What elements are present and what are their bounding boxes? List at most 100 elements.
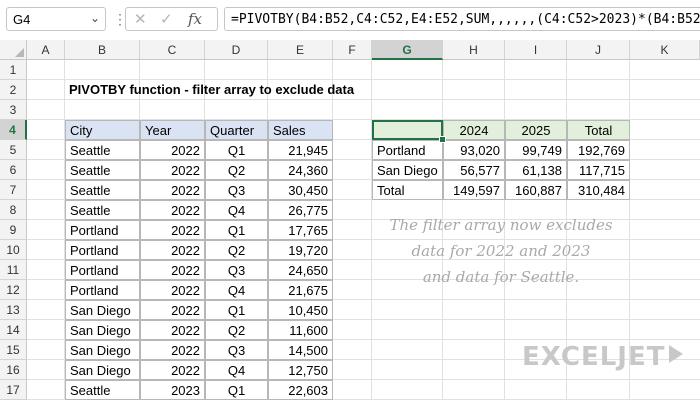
column-header-f[interactable]: F bbox=[333, 40, 372, 60]
source-cell[interactable]: Q2 bbox=[205, 160, 268, 180]
source-cell[interactable]: San Diego bbox=[65, 300, 140, 320]
row-header-17[interactable]: 17 bbox=[0, 380, 27, 400]
column-header-j[interactable]: J bbox=[567, 40, 630, 60]
name-box[interactable]: G4 ⌄ bbox=[6, 7, 106, 31]
row-header-14[interactable]: 14 bbox=[0, 320, 27, 340]
pivot-cell[interactable]: 56,577 bbox=[443, 160, 505, 180]
row-header-13[interactable]: 13 bbox=[0, 300, 27, 320]
source-cell[interactable]: Seattle bbox=[65, 200, 140, 220]
row-header-16[interactable]: 16 bbox=[0, 360, 27, 380]
source-cell[interactable]: 22,603 bbox=[268, 380, 333, 400]
source-cell[interactable]: 14,500 bbox=[268, 340, 333, 360]
source-cell[interactable]: Portland bbox=[65, 240, 140, 260]
source-cell[interactable]: 2022 bbox=[140, 340, 205, 360]
source-cell[interactable]: Q1 bbox=[205, 380, 268, 400]
source-header-cell[interactable]: Quarter bbox=[205, 120, 268, 140]
column-header-a[interactable]: A bbox=[27, 40, 65, 60]
source-cell[interactable]: 2023 bbox=[140, 380, 205, 400]
row-header-12[interactable]: 12 bbox=[0, 280, 27, 300]
column-header-e[interactable]: E bbox=[268, 40, 333, 60]
source-cell[interactable]: San Diego bbox=[65, 320, 140, 340]
source-header-cell[interactable]: City bbox=[65, 120, 140, 140]
source-header-cell[interactable]: Sales bbox=[268, 120, 333, 140]
chevron-down-icon[interactable]: ⌄ bbox=[90, 11, 100, 25]
pivot-cell[interactable]: 160,887 bbox=[505, 180, 567, 200]
row-header-7[interactable]: 7 bbox=[0, 180, 27, 200]
pivot-cell[interactable]: 93,020 bbox=[443, 140, 505, 160]
column-header-c[interactable]: C bbox=[140, 40, 205, 60]
source-cell[interactable]: 17,765 bbox=[268, 220, 333, 240]
source-cell[interactable]: San Diego bbox=[65, 360, 140, 380]
row-header-2[interactable]: 2 bbox=[0, 80, 27, 100]
source-cell[interactable]: 2022 bbox=[140, 260, 205, 280]
source-cell[interactable]: 24,360 bbox=[268, 160, 333, 180]
source-cell[interactable]: 26,775 bbox=[268, 200, 333, 220]
row-header-5[interactable]: 5 bbox=[0, 140, 27, 160]
source-cell[interactable]: Q1 bbox=[205, 220, 268, 240]
pivot-cell[interactable]: 310,484 bbox=[567, 180, 630, 200]
source-cell[interactable]: Q1 bbox=[205, 140, 268, 160]
select-all-button[interactable] bbox=[0, 40, 27, 60]
pivot-cell[interactable]: Total bbox=[372, 180, 443, 200]
source-cell[interactable]: Portland bbox=[65, 220, 140, 240]
column-header-d[interactable]: D bbox=[205, 40, 268, 60]
pivot-cell[interactable]: 192,769 bbox=[567, 140, 630, 160]
pivot-cell[interactable]: 99,749 bbox=[505, 140, 567, 160]
source-cell[interactable]: Seattle bbox=[65, 380, 140, 400]
source-cell[interactable]: Portland bbox=[65, 260, 140, 280]
source-cell[interactable]: Q3 bbox=[205, 180, 268, 200]
source-cell[interactable]: 2022 bbox=[140, 220, 205, 240]
source-cell[interactable]: Q4 bbox=[205, 200, 268, 220]
source-cell[interactable]: 2022 bbox=[140, 180, 205, 200]
source-cell[interactable]: 2022 bbox=[140, 200, 205, 220]
pivot-cell[interactable]: 117,715 bbox=[567, 160, 630, 180]
source-cell[interactable]: Q2 bbox=[205, 240, 268, 260]
insert-function-icon[interactable]: fx bbox=[188, 10, 202, 28]
source-cell[interactable]: Seattle bbox=[65, 180, 140, 200]
source-header-cell[interactable]: Year bbox=[140, 120, 205, 140]
source-cell[interactable]: Q4 bbox=[205, 360, 268, 380]
row-header-11[interactable]: 11 bbox=[0, 260, 27, 280]
confirm-icon[interactable]: ✓ bbox=[160, 10, 173, 28]
source-cell[interactable]: 2022 bbox=[140, 360, 205, 380]
fill-handle[interactable] bbox=[439, 136, 446, 143]
row-header-9[interactable]: 9 bbox=[0, 220, 27, 240]
source-cell[interactable]: 30,450 bbox=[268, 180, 333, 200]
source-cell[interactable]: Q1 bbox=[205, 300, 268, 320]
cancel-icon[interactable]: ✕ bbox=[134, 10, 147, 28]
row-header-6[interactable]: 6 bbox=[0, 160, 27, 180]
source-cell[interactable]: 19,720 bbox=[268, 240, 333, 260]
pivot-cell[interactable]: 61,138 bbox=[505, 160, 567, 180]
worksheet-grid[interactable]: A B C D E F G H I J K 1 2 3 4 5 6 7 8 9 10 11 12 13 14 15 16 17 PIVO… bbox=[0, 40, 700, 400]
row-header-3[interactable]: 3 bbox=[0, 100, 27, 120]
row-header-8[interactable]: 8 bbox=[0, 200, 27, 220]
source-cell[interactable]: 10,450 bbox=[268, 300, 333, 320]
source-cell[interactable]: 21,675 bbox=[268, 280, 333, 300]
source-cell[interactable]: Q3 bbox=[205, 340, 268, 360]
source-cell[interactable]: 2022 bbox=[140, 280, 205, 300]
source-cell[interactable]: Seattle bbox=[65, 160, 140, 180]
row-header-10[interactable]: 10 bbox=[0, 240, 27, 260]
source-cell[interactable]: 12,750 bbox=[268, 360, 333, 380]
source-cell[interactable]: San Diego bbox=[65, 340, 140, 360]
row-header-4[interactable]: 4 bbox=[0, 120, 27, 140]
pivot-cell[interactable]: 149,597 bbox=[443, 180, 505, 200]
column-header-g[interactable]: G bbox=[372, 40, 443, 60]
active-cell-g4[interactable] bbox=[372, 120, 443, 140]
row-header-1[interactable]: 1 bbox=[0, 60, 27, 80]
pivot-cell[interactable]: San Diego bbox=[372, 160, 443, 180]
source-cell[interactable]: 2022 bbox=[140, 140, 205, 160]
column-header-k[interactable]: K bbox=[630, 40, 700, 60]
source-cell[interactable]: Portland bbox=[65, 280, 140, 300]
source-cell[interactable]: 2022 bbox=[140, 320, 205, 340]
source-cell[interactable]: 21,945 bbox=[268, 140, 333, 160]
source-cell[interactable]: 24,650 bbox=[268, 260, 333, 280]
source-cell[interactable]: 11,600 bbox=[268, 320, 333, 340]
row-header-15[interactable]: 15 bbox=[0, 340, 27, 360]
column-header-b[interactable]: B bbox=[65, 40, 140, 60]
source-cell[interactable]: Q3 bbox=[205, 260, 268, 280]
pivot-cell[interactable]: Portland bbox=[372, 140, 443, 160]
source-cell[interactable]: Q4 bbox=[205, 280, 268, 300]
source-cell[interactable]: 2022 bbox=[140, 160, 205, 180]
pivot-header-cell[interactable]: 2025 bbox=[505, 120, 567, 140]
